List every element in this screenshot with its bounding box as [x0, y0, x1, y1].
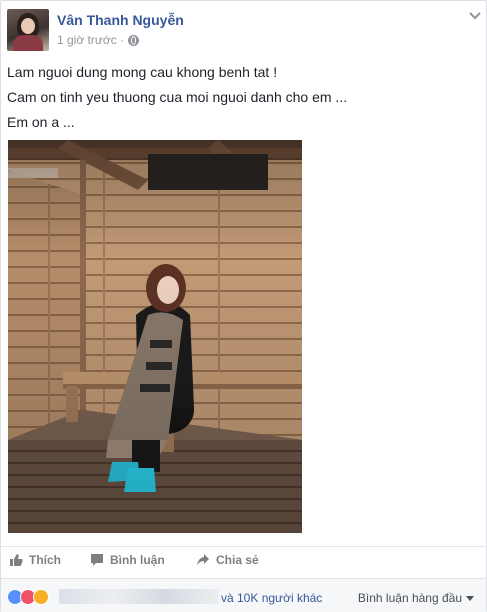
- thumbs-up-icon: [10, 554, 23, 566]
- share-icon: [197, 554, 209, 566]
- chevron-down-icon[interactable]: [468, 11, 482, 21]
- reactor-names-blurred: [59, 589, 219, 604]
- reaction-count-link[interactable]: và 10K người khác: [221, 591, 322, 605]
- share-label: Chia sẻ: [216, 553, 259, 567]
- post-time[interactable]: 1 giờ trước ·: [57, 33, 124, 47]
- post-actions-bar: Thích Bình luận Chia sẻ: [1, 546, 486, 576]
- comment-sort-dropdown[interactable]: Bình luận hàng đầu: [358, 591, 474, 605]
- like-button[interactable]: Thích: [9, 553, 61, 567]
- sad-icon: [33, 589, 49, 605]
- photo-image: [8, 140, 302, 533]
- comment-sort-label: Bình luận hàng đầu: [357, 591, 462, 605]
- post-text-line-2: Cam on tinh yeu thuong cua moi nguoi dan…: [7, 89, 348, 105]
- globe-icon: [128, 34, 140, 46]
- caret-down-icon: [466, 595, 474, 601]
- reaction-icons[interactable]: [7, 589, 49, 605]
- like-label: Thích: [29, 553, 61, 567]
- post-text-line-3: Em on a ...: [7, 114, 75, 130]
- post-photo[interactable]: [8, 140, 302, 533]
- post-header: Vân Thanh Nguyễn 1 giờ trước ·: [7, 9, 482, 53]
- post-meta: 1 giờ trước ·: [57, 33, 140, 47]
- comment-icon: [91, 554, 103, 566]
- comment-button[interactable]: Bình luận: [90, 553, 165, 567]
- comment-label: Bình luận: [110, 553, 165, 567]
- reactions-bar: và 10K người khác Bình luận hàng đầu: [1, 578, 486, 612]
- author-name[interactable]: Vân Thanh Nguyễn: [57, 12, 184, 28]
- share-button[interactable]: Chia sẻ: [196, 553, 259, 567]
- author-avatar[interactable]: [7, 9, 49, 51]
- post-card: Vân Thanh Nguyễn 1 giờ trước · Lam nguoi…: [0, 0, 487, 612]
- post-text-line-1: Lam nguoi dung mong cau khong benh tat !: [7, 64, 278, 80]
